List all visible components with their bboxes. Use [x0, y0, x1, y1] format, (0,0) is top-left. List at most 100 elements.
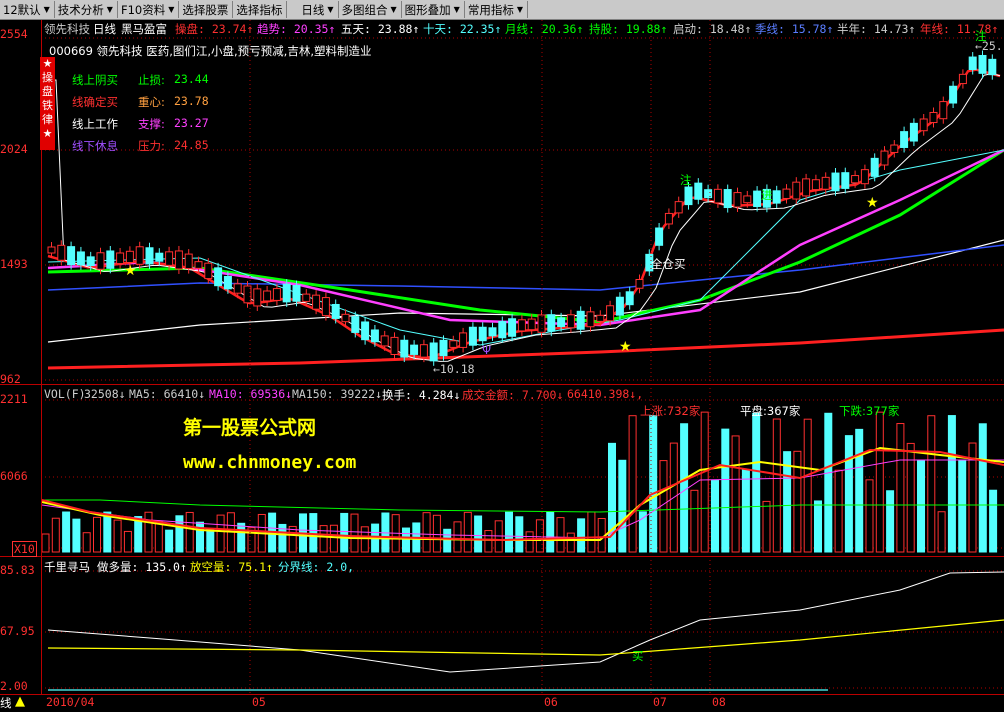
candle-body [694, 182, 703, 200]
candle-body [880, 150, 889, 166]
candle-body [214, 267, 223, 287]
candle-body [968, 56, 977, 71]
candle-body [449, 340, 458, 348]
volume-bar [927, 415, 936, 553]
candle-body [841, 172, 850, 189]
candle-body [174, 250, 183, 270]
candle-body [743, 195, 752, 204]
candle-body [223, 275, 232, 290]
ban-nian-value: 半年: 14.73↑ [837, 22, 916, 36]
candle-body [47, 246, 56, 254]
candle-body [233, 283, 242, 294]
candle-body [155, 252, 164, 262]
volume-tick: 6066 [0, 469, 28, 483]
candle-body [419, 344, 428, 358]
volume-bar [587, 511, 596, 553]
candle-body [802, 178, 811, 197]
volume-bar [628, 415, 637, 553]
volume-bar [989, 489, 998, 553]
watermark-url: www.chnmoney.com [183, 452, 357, 473]
rule-key: 止损: [138, 73, 165, 87]
long-volume-value: 做多量: 135.0↑ [97, 560, 187, 574]
market-down-count: 下跌:377家 [839, 404, 900, 418]
rule-value: 23.44 [174, 72, 209, 86]
candle-body [488, 327, 497, 337]
volume-bar [721, 428, 730, 553]
candle-body [125, 250, 134, 264]
volume-bar [844, 435, 853, 553]
volume-bar [855, 428, 864, 553]
candle-body [596, 314, 605, 322]
candle-body [400, 339, 409, 358]
volume-bar [515, 516, 524, 553]
rule-label: 线确定买 [72, 95, 118, 109]
volume-bar [741, 469, 750, 553]
candle-body [478, 326, 487, 342]
candle-body [459, 332, 468, 348]
volume-bar [402, 527, 410, 553]
candle-body [351, 316, 360, 333]
panel-divider [0, 556, 1004, 557]
candle-body [821, 176, 830, 190]
candle-body [713, 188, 722, 204]
volume-bar [618, 459, 627, 553]
candle-body [76, 251, 85, 266]
stock-name: 领先科技 [44, 22, 90, 36]
vol-ma150: MA150: 39222↓ [292, 387, 383, 401]
volume-bar [360, 526, 369, 553]
signal-star-icon: ★ [619, 339, 632, 355]
wu-tian-value: 五天: 23.88↑ [341, 22, 420, 36]
panel-divider [0, 384, 1004, 385]
volume-bar [525, 531, 534, 553]
volume-bar [546, 511, 555, 553]
candle-body [723, 189, 732, 209]
volume-bar [309, 513, 318, 553]
volume-bar [803, 418, 812, 553]
volume-bar [113, 519, 122, 553]
stock-info-line: 000669 领先科技 医药,图们江,小盘,预亏预减,吉林,塑料制造业 [49, 44, 372, 58]
candle-body [929, 111, 938, 124]
volume-bar [41, 533, 50, 553]
chi-gu-value: 持股: 19.88↑ [589, 22, 668, 36]
period-label: 日线 [93, 22, 116, 36]
volume-bar [834, 469, 843, 553]
candle-body [664, 212, 673, 225]
volume-bar [350, 513, 359, 553]
volume-bar [474, 515, 483, 553]
volume-bar [680, 423, 689, 553]
short-volume-line [47, 619, 1004, 656]
candle-body [116, 252, 125, 265]
volume-bar [958, 460, 967, 553]
candle-body [67, 246, 76, 266]
indicator-tick: 2.00 [0, 679, 28, 693]
vol-last-value: 66410.398↓, [567, 387, 644, 401]
indicator-panel-name: 千里寻马 [44, 560, 90, 574]
candle-body [96, 252, 105, 270]
ji-xian-value: 季线: 15.78↑ [755, 22, 834, 36]
candle-body [508, 318, 517, 337]
candle-body [145, 247, 154, 265]
month-line [47, 148, 1004, 324]
volume-bar [288, 525, 297, 553]
candle-body [106, 250, 115, 269]
volume-bar [505, 511, 513, 553]
scroll-triangle-icon[interactable]: ▲ [15, 694, 25, 709]
turnover-rate: 换手: 4.284↓ [382, 388, 461, 402]
candle-body [870, 157, 879, 177]
volume-bar [443, 528, 452, 553]
price-tick: 962 [0, 372, 21, 386]
candle-body [429, 342, 438, 362]
candle-body [635, 278, 644, 289]
candle-body [292, 284, 301, 302]
indicator-tick: 67.95 [0, 624, 35, 638]
candle-body [674, 201, 683, 214]
trade-amount: 成交金额: 7.700↓ [462, 388, 564, 402]
month-tick: 07 [653, 695, 667, 709]
volume-bar [432, 514, 441, 553]
indicator-tick: 85.83 [0, 563, 35, 577]
volume-bar [123, 530, 132, 553]
volume-bar [237, 522, 246, 553]
candle-body [704, 189, 713, 199]
low-price-label: ←10.18 [433, 362, 475, 376]
bottom-line-label: 线 [0, 696, 12, 710]
